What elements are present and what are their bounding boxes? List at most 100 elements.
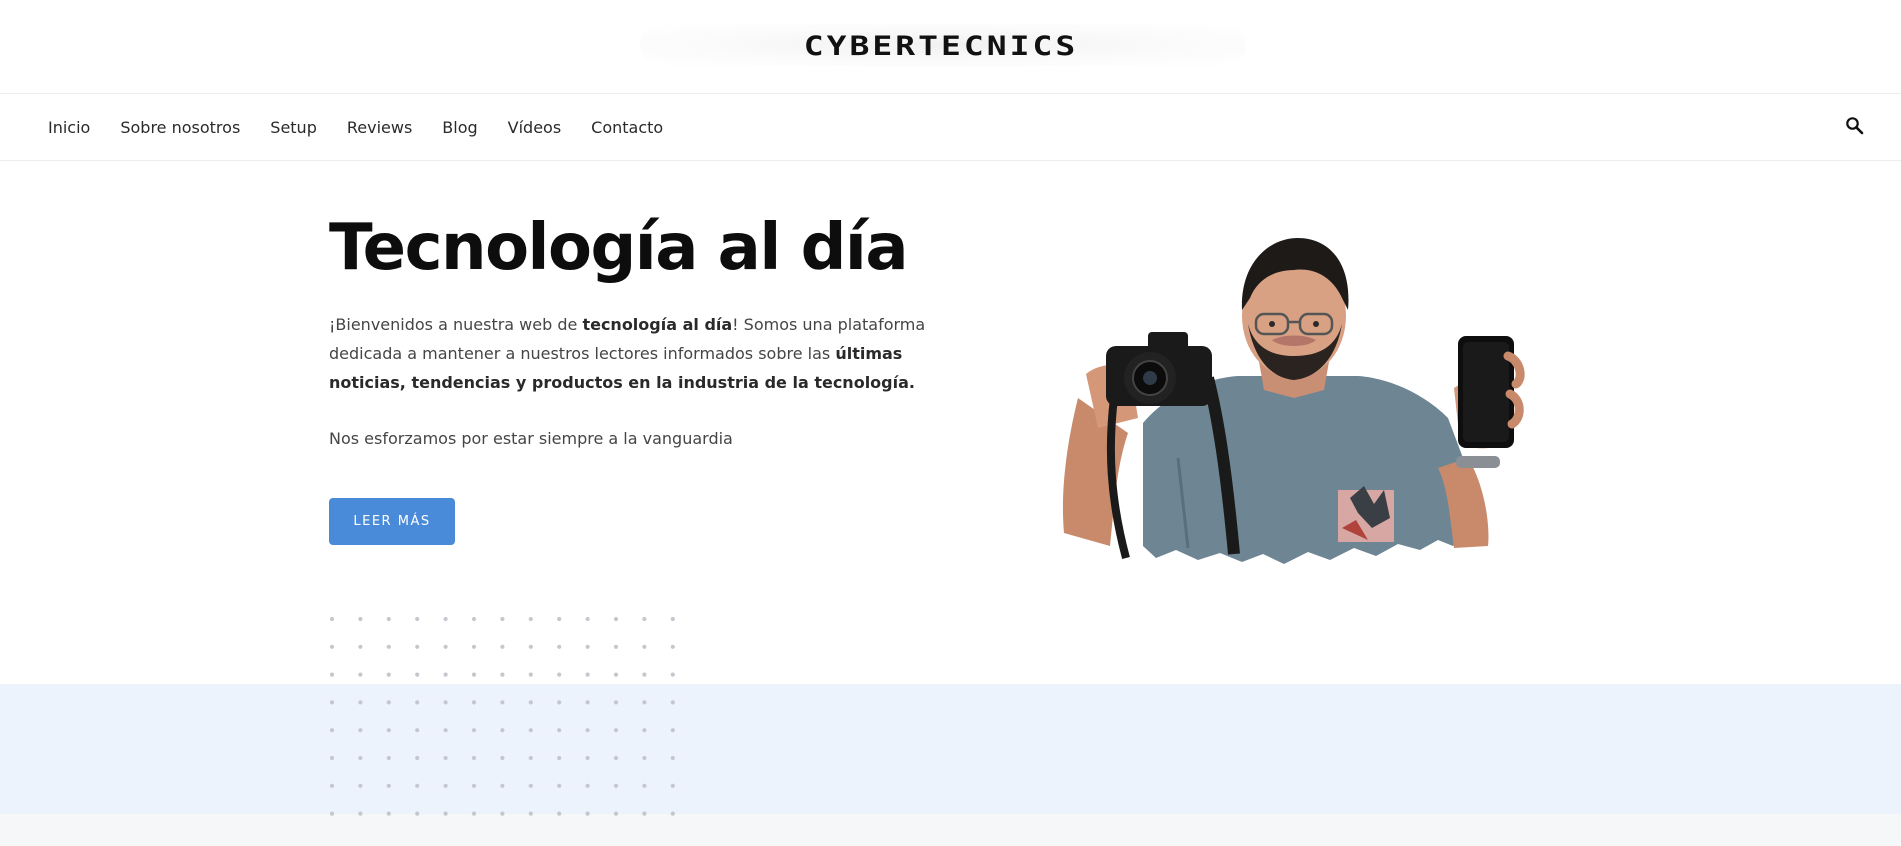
decorative-dot — [386, 811, 391, 816]
search-icon[interactable] — [1845, 116, 1865, 136]
decorative-dot — [642, 644, 647, 649]
decorative-dot — [528, 811, 533, 816]
decorative-dot — [330, 811, 335, 816]
decorative-dot — [528, 700, 533, 705]
decorative-dot — [585, 783, 590, 788]
decorative-dot — [443, 700, 448, 705]
decorative-dot — [358, 783, 363, 788]
intro-bold-1: tecnología al día — [582, 315, 733, 334]
decorative-dot — [613, 728, 619, 733]
nav-item-videos[interactable]: Vídeos — [508, 118, 562, 137]
decorative-dot — [528, 783, 533, 788]
decorative-dot — [528, 644, 533, 649]
nav-item-contacto[interactable]: Contacto — [591, 118, 663, 137]
decorative-dot — [415, 755, 420, 761]
nav-item-reviews[interactable]: Reviews — [347, 118, 412, 137]
decorative-dot — [642, 783, 647, 788]
hero-title: Tecnología al día — [329, 211, 909, 285]
decorative-dot — [557, 617, 562, 622]
decorative-dot — [670, 728, 675, 733]
dot-grid-decoration — [330, 617, 675, 816]
decorative-dot — [386, 755, 391, 761]
section-band-gray — [0, 814, 1901, 846]
decorative-dot — [415, 783, 420, 788]
decorative-dot — [358, 617, 363, 622]
site-header: CYBERTECNICS — [0, 0, 1901, 94]
decorative-dot — [642, 755, 647, 761]
hero-intro: ¡Bienvenidos a nuestra web de tecnología… — [329, 310, 929, 397]
decorative-dot — [358, 728, 363, 733]
leer-mas-button[interactable]: LEER MÁS — [329, 498, 455, 545]
decorative-dot — [613, 617, 619, 622]
decorative-dot — [500, 700, 505, 705]
decorative-dot — [443, 672, 448, 677]
decorative-dot — [358, 672, 363, 677]
decorative-dot — [386, 644, 391, 649]
decorative-dot — [415, 728, 420, 733]
decorative-dot — [528, 755, 533, 761]
decorative-dot — [471, 755, 477, 761]
decorative-dot — [670, 811, 675, 816]
decorative-dot — [585, 728, 590, 733]
decorative-dot — [471, 700, 477, 705]
nav-item-inicio[interactable]: Inicio — [48, 118, 90, 137]
decorative-dot — [443, 755, 448, 761]
decorative-dot — [443, 728, 448, 733]
decorative-dot — [585, 617, 590, 622]
decorative-dot — [670, 755, 675, 761]
decorative-dot — [670, 672, 675, 677]
decorative-dot — [557, 811, 562, 816]
decorative-dot — [415, 672, 420, 677]
decorative-dot — [330, 617, 335, 622]
nav-item-sobre-nosotros[interactable]: Sobre nosotros — [120, 118, 240, 137]
decorative-dot — [528, 728, 533, 733]
decorative-dot — [415, 644, 420, 649]
nav-item-setup[interactable]: Setup — [270, 118, 317, 137]
decorative-dot — [386, 672, 391, 677]
decorative-dot — [585, 811, 590, 816]
decorative-dot — [330, 755, 335, 761]
decorative-dot — [500, 617, 505, 622]
decorative-dot — [613, 700, 619, 705]
decorative-dot — [500, 644, 505, 649]
decorative-dot — [500, 783, 505, 788]
decorative-dot — [557, 728, 562, 733]
decorative-dot — [528, 672, 533, 677]
decorative-dot — [358, 644, 363, 649]
decorative-dot — [557, 700, 562, 705]
decorative-dot — [386, 783, 391, 788]
decorative-dot — [585, 700, 590, 705]
decorative-dot — [386, 700, 391, 705]
decorative-dot — [386, 617, 391, 622]
decorative-dot — [330, 728, 335, 733]
decorative-dot — [557, 672, 562, 677]
decorative-dot — [642, 617, 647, 622]
decorative-dot — [642, 672, 647, 677]
decorative-dot — [642, 811, 647, 816]
decorative-dot — [585, 644, 590, 649]
site-logo[interactable]: CYBERTECNICS — [786, 29, 1096, 61]
decorative-dot — [585, 672, 590, 677]
hero-subtext: Nos esforzamos por estar siempre a la va… — [329, 429, 733, 448]
decorative-dot — [670, 783, 675, 788]
decorative-dot — [500, 811, 505, 816]
decorative-dot — [528, 617, 533, 622]
decorative-dot — [358, 755, 363, 761]
decorative-dot — [330, 700, 335, 705]
decorative-dot — [557, 783, 562, 788]
decorative-dot — [585, 755, 590, 761]
decorative-dot — [471, 811, 477, 816]
section-band-blue — [0, 684, 1901, 814]
decorative-dot — [557, 755, 562, 761]
decorative-dot — [443, 644, 448, 649]
main-nav: Inicio Sobre nosotros Setup Reviews Blog… — [0, 94, 1901, 161]
decorative-dot — [500, 672, 505, 677]
decorative-dot — [471, 617, 477, 622]
decorative-dot — [443, 783, 448, 788]
decorative-dot — [613, 811, 619, 816]
decorative-dot — [670, 617, 675, 622]
decorative-dot — [330, 644, 335, 649]
nav-list: Inicio Sobre nosotros Setup Reviews Blog… — [48, 94, 693, 160]
nav-item-blog[interactable]: Blog — [442, 118, 477, 137]
decorative-dot — [670, 644, 675, 649]
